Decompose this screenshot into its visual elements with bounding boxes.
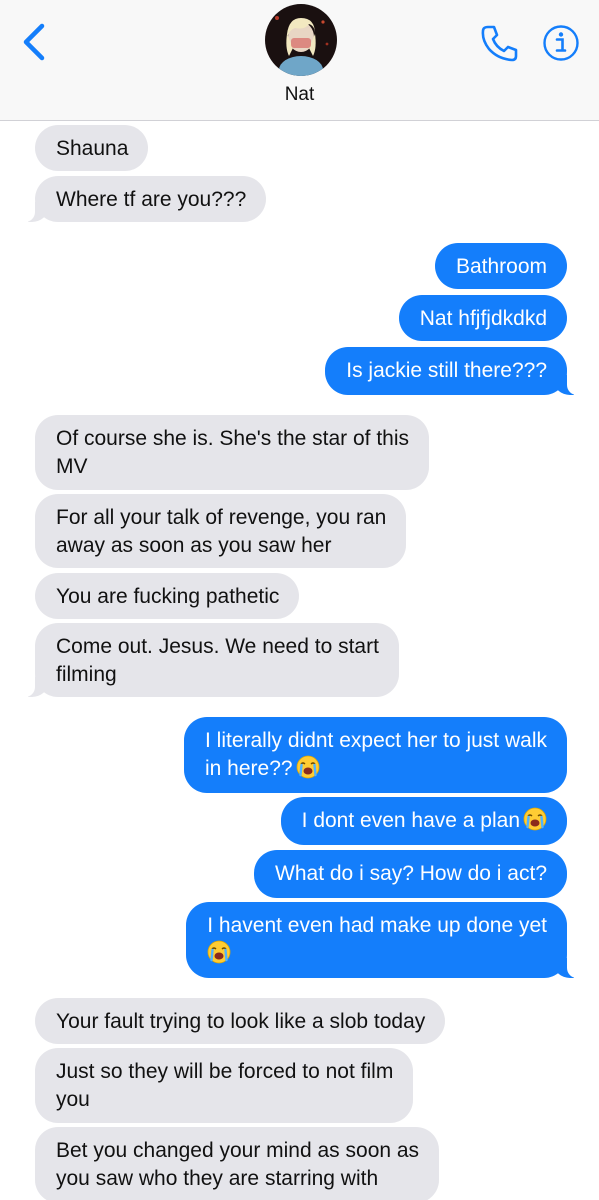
info-icon [543,25,579,61]
loudly-crying-face-emoji [296,755,320,779]
message-text-line: I literally didnt expect her to just wal… [205,729,547,752]
back-button[interactable] [18,22,52,62]
message-text: I dont even have a plan [301,809,520,832]
message-bubble-sent[interactable]: I havent even had make up done yet [186,902,577,978]
message-bubble-received[interactable]: Bet you changed your mind as soon as you… [35,1127,440,1200]
loudly-crying-face-emoji [523,807,547,831]
message-bubble-received[interactable]: Of course she is. She's the star of this… [35,415,430,490]
message-text: You are fucking pathetic [56,585,280,608]
message-text-line: I havent even had make up done yet [207,914,547,937]
message-bubble-received[interactable]: Just so they will be forced to not film … [35,1048,414,1123]
message-text-line: you saw who they are starring with [56,1167,379,1190]
message-text: Your fault trying to look like a slob to… [56,1010,426,1033]
message-bubble-received[interactable]: Where tf are you??? [24,176,267,222]
contact-name[interactable]: Nat [0,84,599,106]
message-text-line: Of course she is. She's the star of this [56,427,410,450]
message-text-line: Just so they will be forced to not film [56,1060,394,1083]
call-button[interactable] [478,22,520,64]
message-text-line: Come out. Jesus. We need to start [56,635,379,658]
messages-screen: Nat Shauna Where tf are you??? Bathroom … [0,0,599,1200]
message-bubble-received[interactable]: For all your talk of revenge, you ran aw… [35,494,407,568]
avatar-photo [265,4,337,76]
message-bubble-sent[interactable]: I dont even have a plan [280,797,567,845]
message-text: Is jackie still there??? [346,359,547,382]
chevron-left-icon [23,23,45,61]
message-text: Bathroom [455,255,547,278]
message-text-line-with-emoji: in here?? [205,755,547,783]
message-bubble-sent[interactable]: I literally didnt expect her to just wal… [184,717,567,793]
message-bubble-sent[interactable]: Is jackie still there??? [325,347,577,395]
message-bubble-sent[interactable]: Bathroom [434,243,567,289]
message-bubble-received[interactable]: You are fucking pathetic [35,573,300,619]
message-text: Nat hfjfjdkdkd [419,307,547,330]
message-text-line: For all your talk of revenge, you ran [56,506,387,529]
contact-avatar[interactable] [265,4,337,76]
message-text-line: away as soon as you saw her [56,534,332,557]
message-bubble-received[interactable]: Shauna [35,125,149,171]
message-text-line-with-emoji [207,940,547,968]
message-text-line: you [56,1088,90,1111]
info-button[interactable] [542,24,580,62]
message-bubble-sent[interactable]: What do i say? How do i act? [254,850,567,898]
message-bubble-received[interactable]: Your fault trying to look like a slob to… [35,998,446,1044]
message-text-line: filming [56,663,117,686]
loudly-crying-face-emoji [207,940,231,964]
message-text: What do i say? How do i act? [275,862,547,885]
conversation-header: Nat [0,0,599,121]
message-bubble-sent[interactable]: Nat hfjfjdkdkd [398,295,567,341]
message-text-line: MV [56,455,88,478]
message-text: Where tf are you??? [56,188,247,211]
phone-icon [481,25,518,62]
message-text-line: Bet you changed your mind as soon as [56,1139,420,1162]
message-bubble-received[interactable]: Come out. Jesus. We need to start filmin… [25,623,399,697]
message-text: Shauna [56,137,129,160]
message-text: in here?? [205,757,293,780]
